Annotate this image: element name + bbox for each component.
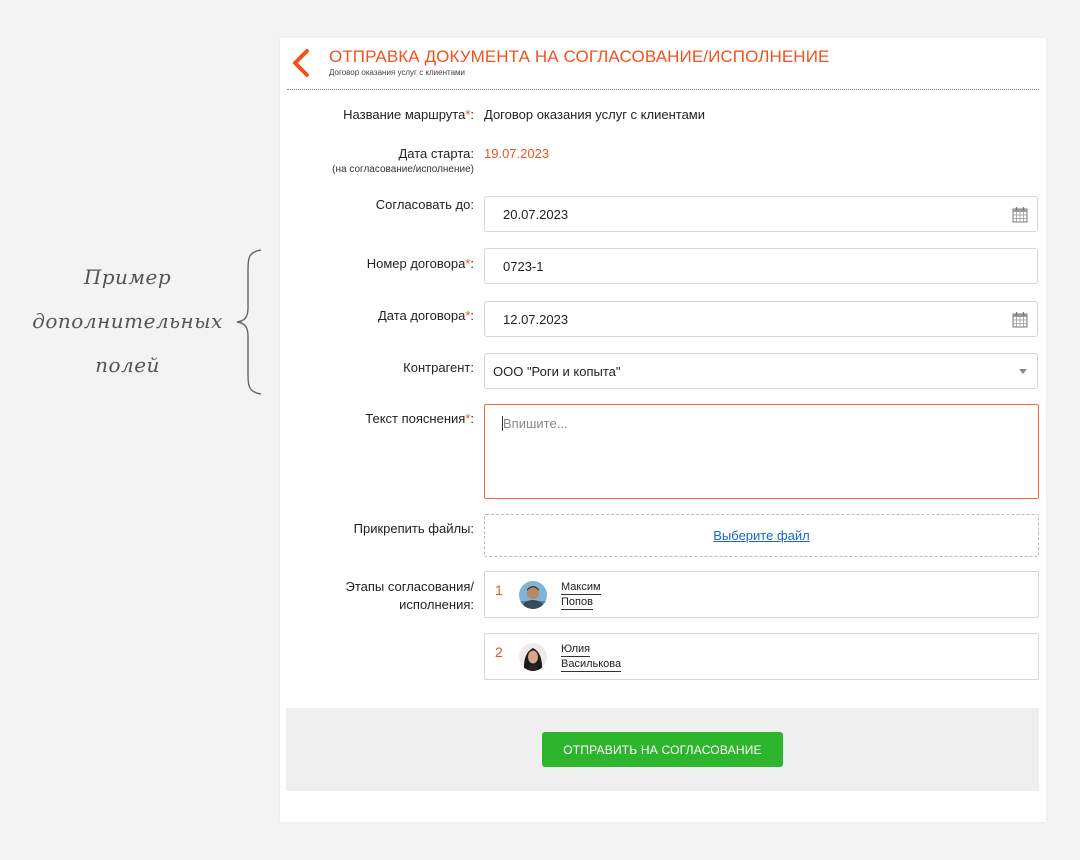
approve-until-value: 20.07.2023 xyxy=(503,207,569,222)
contract-date-field[interactable]: 12.07.2023 xyxy=(484,301,1038,337)
contract-number-label: Номер договора*: xyxy=(366,256,474,271)
stages-label-line2: исполнения: xyxy=(399,597,474,612)
start-date-sublabel: (на согласование/исполнение) xyxy=(332,164,474,175)
page-subtitle: Договор оказания услуг с клиентами xyxy=(329,68,465,77)
explanation-textarea[interactable]: Впишите... xyxy=(484,404,1039,499)
stage-number: 1 xyxy=(495,582,503,598)
annotation-line: Пример xyxy=(83,265,172,289)
attach-label: Прикрепить файлы: xyxy=(353,521,474,536)
start-date-label: Дата старта: xyxy=(398,146,474,161)
avatar xyxy=(519,643,547,671)
annotation-line: полей xyxy=(95,353,160,377)
choose-file-link[interactable]: Выберите файл xyxy=(485,528,1038,543)
route-value: Договор оказания услуг с клиентами xyxy=(484,107,705,122)
counterparty-label: Контрагент: xyxy=(403,360,474,375)
start-date-value: 19.07.2023 xyxy=(484,146,550,161)
approve-until-field[interactable]: 20.07.2023 xyxy=(484,196,1038,232)
stages-label-line1: Этапы согласования/ xyxy=(345,579,474,594)
approve-until-label: Согласовать до: xyxy=(375,197,474,212)
stage-number: 2 xyxy=(495,644,503,660)
contract-date-value: 12.07.2023 xyxy=(503,312,569,327)
explanation-placeholder: Впишите... xyxy=(503,416,568,431)
form-header: ОТПРАВКА ДОКУМЕНТА НА СОГЛАСОВАНИЕ/ИСПОЛ… xyxy=(280,38,1046,90)
side-annotation: Пример дополнительных полей xyxy=(20,255,235,387)
stage-person-name[interactable]: Юлия Василькова xyxy=(561,642,622,672)
file-dropzone[interactable]: Выберите файл xyxy=(484,514,1039,557)
stage-item[interactable]: 2 Юлия Василькова xyxy=(484,633,1039,680)
counterparty-select[interactable]: ООО "Роги и копыта" xyxy=(484,353,1038,389)
back-chevron-icon[interactable] xyxy=(290,48,312,78)
route-label: Название маршрута*: xyxy=(343,107,474,122)
explanation-label: Текст пояснения*: xyxy=(365,411,474,426)
dropdown-caret-icon xyxy=(1019,369,1027,374)
stage-item[interactable]: 1 Максим Попов xyxy=(484,571,1039,618)
contract-number-input[interactable]: 0723-1 xyxy=(484,248,1038,284)
form-card: ОТПРАВКА ДОКУМЕНТА НА СОГЛАСОВАНИЕ/ИСПОЛ… xyxy=(280,38,1046,822)
stage-person-name[interactable]: Максим Попов xyxy=(561,580,601,610)
avatar xyxy=(519,581,547,609)
calendar-icon[interactable] xyxy=(1012,311,1028,328)
curly-brace-icon xyxy=(236,249,262,395)
form-footer: ОТПРАВИТЬ НА СОГЛАСОВАНИЕ xyxy=(286,708,1039,791)
contract-number-value: 0723-1 xyxy=(503,259,544,274)
contract-date-label: Дата договора*: xyxy=(377,308,474,323)
page-title: ОТПРАВКА ДОКУМЕНТА НА СОГЛАСОВАНИЕ/ИСПОЛ… xyxy=(329,47,830,66)
submit-for-approval-button[interactable]: ОТПРАВИТЬ НА СОГЛАСОВАНИЕ xyxy=(542,732,783,767)
counterparty-value: ООО "Роги и копыта" xyxy=(493,364,621,379)
annotation-line: дополнительных xyxy=(32,309,223,333)
header-divider xyxy=(287,89,1039,90)
calendar-icon[interactable] xyxy=(1012,206,1028,223)
